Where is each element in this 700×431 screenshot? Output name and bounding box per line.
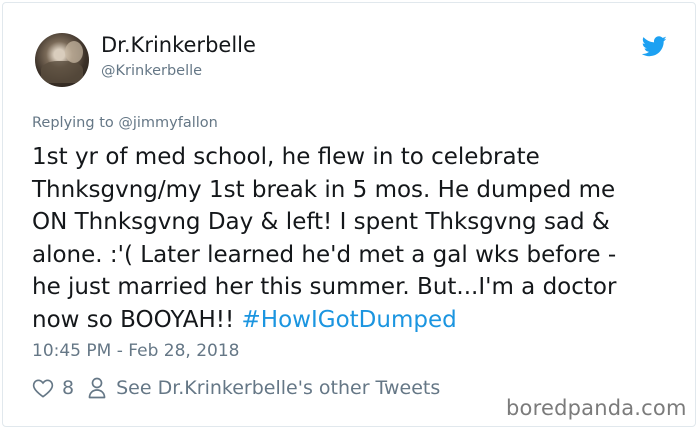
twitter-bird-icon[interactable] xyxy=(642,36,667,57)
tweet-text: 1st yr of med school, he flew in to cele… xyxy=(32,141,672,336)
avatar[interactable] xyxy=(35,33,89,87)
replying-to-handle[interactable]: @jimmyfallon xyxy=(118,115,218,131)
watermark: boredpanda.com xyxy=(506,396,687,420)
display-name[interactable]: Dr.Krinkerbelle xyxy=(101,33,256,57)
tweet-body: 1st yr of med school, he flew in to cele… xyxy=(32,144,617,333)
hashtag-link[interactable]: #HowIGotDumped xyxy=(242,307,457,333)
avatar-shade xyxy=(41,61,83,83)
person-icon xyxy=(88,377,106,399)
timestamp[interactable]: 10:45 PM - Feb 28, 2018 xyxy=(32,341,239,361)
replying-prefix: Replying to xyxy=(32,115,114,131)
avatar-highlight xyxy=(65,41,83,63)
other-tweets-link[interactable]: See Dr.Krinkerbelle's other Tweets xyxy=(116,377,440,399)
like-count: 8 xyxy=(62,377,75,399)
replying-to: Replying to @jimmyfallon xyxy=(32,115,218,131)
heart-icon[interactable] xyxy=(32,378,54,398)
tweet-actions: 8 See Dr.Krinkerbelle's other Tweets xyxy=(32,374,440,402)
user-handle[interactable]: @Krinkerbelle xyxy=(101,63,202,79)
